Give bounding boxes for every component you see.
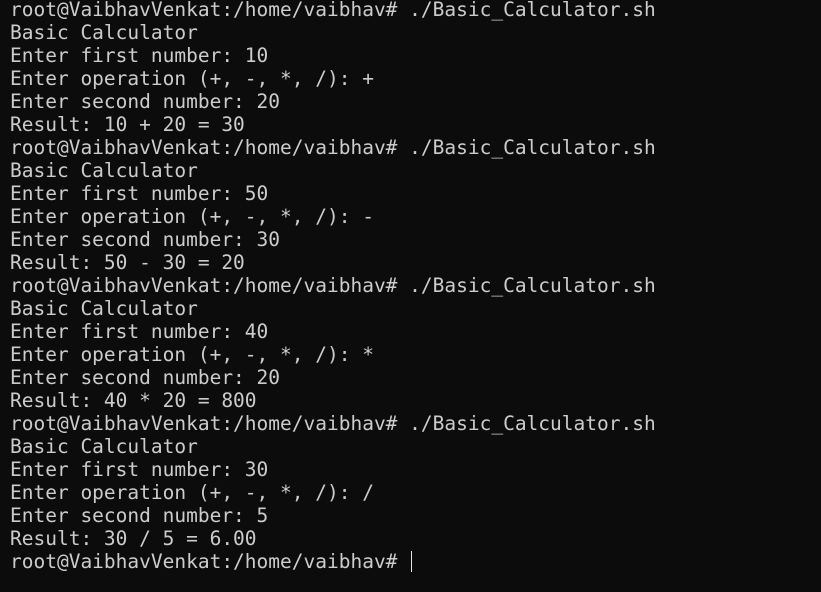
terminal-line: Basic Calculator [10, 297, 198, 320]
terminal-line: Basic Calculator [10, 159, 198, 182]
terminal-window[interactable]: root@VaibhavVenkat:/home/vaibhav# ./Basi… [0, 0, 821, 592]
terminal-line: Enter first number: 40 [10, 320, 269, 343]
text-cursor [411, 551, 413, 572]
terminal-line: Enter second number: 20 [10, 90, 281, 113]
terminal-line: Enter operation (+, -, *, /): / [10, 481, 374, 504]
terminal-line: Enter first number: 10 [10, 44, 269, 67]
terminal-line: Enter second number: 30 [10, 228, 281, 251]
terminal-line: Enter first number: 30 [10, 458, 269, 481]
terminal-line: Enter operation (+, -, *, /): - [10, 205, 374, 228]
terminal-line: Result: 50 - 30 = 20 [10, 251, 245, 274]
terminal-line: Basic Calculator [10, 435, 198, 458]
terminal-line: Enter second number: 20 [10, 366, 281, 389]
terminal-line: root@VaibhavVenkat:/home/vaibhav# ./Basi… [10, 0, 656, 21]
terminal-prompt-line[interactable]: root@VaibhavVenkat:/home/vaibhav# [10, 550, 821, 573]
terminal-line: Enter operation (+, -, *, /): + [10, 67, 374, 90]
shell-prompt: root@VaibhavVenkat:/home/vaibhav# [10, 550, 410, 573]
terminal-line: Enter first number: 50 [10, 182, 269, 205]
terminal-output: root@VaibhavVenkat:/home/vaibhav# ./Basi… [10, 0, 821, 550]
terminal-line: Enter operation (+, -, *, /): * [10, 343, 374, 366]
terminal-line: Basic Calculator [10, 21, 198, 44]
terminal-line: Result: 10 + 20 = 30 [10, 113, 245, 136]
terminal-line: root@VaibhavVenkat:/home/vaibhav# ./Basi… [10, 136, 656, 159]
terminal-line: Result: 40 * 20 = 800 [10, 389, 257, 412]
terminal-line: Result: 30 / 5 = 6.00 [10, 527, 257, 550]
terminal-line: Enter second number: 5 [10, 504, 269, 527]
terminal-line: root@VaibhavVenkat:/home/vaibhav# ./Basi… [10, 412, 656, 435]
terminal-line: root@VaibhavVenkat:/home/vaibhav# ./Basi… [10, 274, 656, 297]
